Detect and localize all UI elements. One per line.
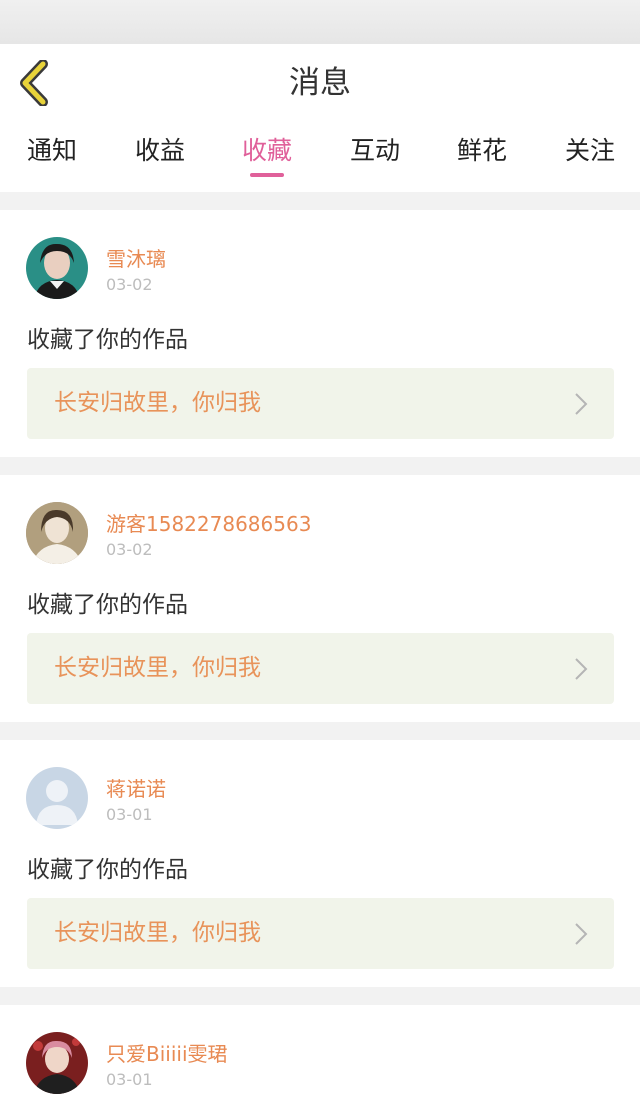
avatar[interactable]	[26, 237, 88, 299]
work-title: 长安归故里，你归我	[54, 920, 261, 946]
action-text: 收藏了你的作品	[27, 857, 188, 883]
back-button[interactable]	[14, 60, 54, 106]
avatar[interactable]	[26, 1032, 88, 1094]
tab-earnings[interactable]: 收益	[105, 122, 215, 192]
work-title: 长安归故里，你归我	[54, 655, 261, 681]
tab-label: 收益	[134, 136, 185, 165]
tab-label: 互动	[349, 136, 400, 165]
message-card: 游客1582278686563 03-02 收藏了你的作品 长安归故里，你归我	[0, 475, 640, 722]
chevron-right-icon	[575, 923, 588, 945]
username[interactable]: 蒋诺诺	[106, 773, 166, 802]
work-title: 长安归故里，你归我	[54, 390, 261, 416]
username[interactable]: 游客1582278686563	[106, 508, 311, 537]
work-link[interactable]: 长安归故里，你归我	[27, 368, 614, 439]
message-date: 03-02	[106, 540, 153, 559]
header: 消息	[0, 44, 640, 123]
username[interactable]: 雪沐璃	[106, 243, 166, 272]
tab-notifications[interactable]: 通知	[0, 122, 107, 192]
chevron-left-icon	[20, 60, 48, 106]
tab-label: 关注	[564, 136, 615, 165]
tab-follows[interactable]: 关注	[535, 122, 640, 192]
message-card: 雪沐璃 03-02 收藏了你的作品 长安归故里，你归我	[0, 210, 640, 457]
message-card: 蒋诺诺 03-01 收藏了你的作品 长安归故里，你归我	[0, 740, 640, 987]
message-date: 03-01	[106, 1070, 153, 1089]
chevron-right-icon	[575, 658, 588, 680]
chevron-right-icon	[575, 393, 588, 415]
tab-bar: 通知 收益 收藏 互动 鲜花 关注	[0, 122, 640, 192]
default-avatar[interactable]	[26, 767, 88, 829]
message-date: 03-02	[106, 275, 153, 294]
status-bar	[0, 0, 640, 44]
username[interactable]: 只爱Biiiii雯珺	[106, 1038, 228, 1067]
work-link[interactable]: 长安归故里，你归我	[27, 898, 614, 969]
message-card: 只爱Biiiii雯珺 03-01	[0, 1005, 640, 1095]
work-link[interactable]: 长安归故里，你归我	[27, 633, 614, 704]
tab-label: 通知	[26, 136, 77, 165]
tab-label: 收藏	[241, 136, 292, 165]
tab-flowers[interactable]: 鲜花	[427, 122, 537, 192]
page-title: 消息	[289, 65, 351, 101]
action-text: 收藏了你的作品	[27, 592, 188, 618]
tab-interactions[interactable]: 互动	[320, 122, 430, 192]
message-date: 03-01	[106, 805, 153, 824]
tab-favorites[interactable]: 收藏	[212, 122, 322, 192]
avatar[interactable]	[26, 502, 88, 564]
action-text: 收藏了你的作品	[27, 327, 188, 353]
active-tab-indicator	[250, 173, 284, 177]
tab-label: 鲜花	[456, 136, 507, 165]
